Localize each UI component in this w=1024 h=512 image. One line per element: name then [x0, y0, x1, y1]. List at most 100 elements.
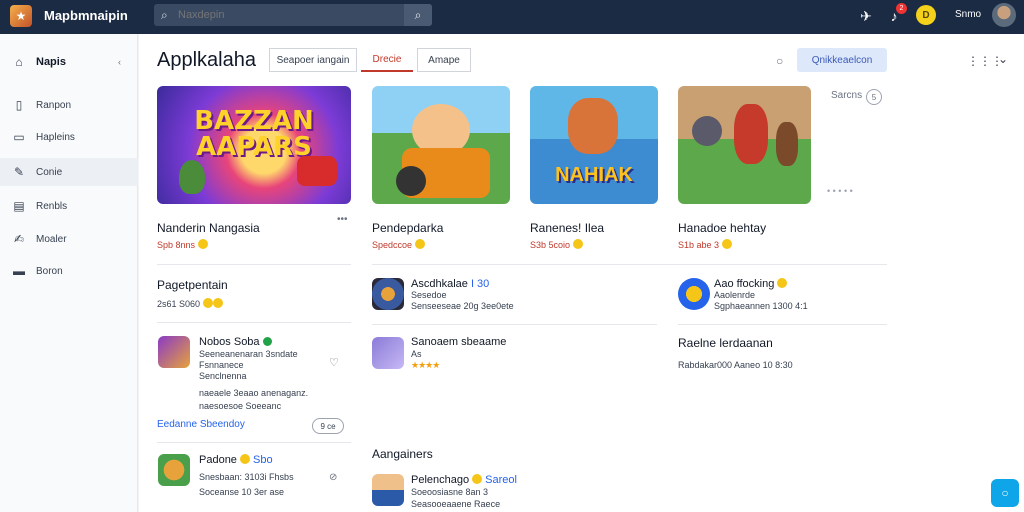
- side-panel-label: Sarcns: [831, 90, 863, 101]
- card-title[interactable]: Pendepdarka: [372, 221, 443, 235]
- list-item-title[interactable]: Nobos Soba: [199, 336, 272, 348]
- tools-icon[interactable]: ✈: [856, 6, 876, 26]
- tab-seapoer[interactable]: Seapoer iangain: [269, 48, 357, 72]
- pen-icon: ✍: [13, 232, 25, 246]
- sidebar-item-label: Napis: [36, 56, 66, 68]
- game-thumbnail[interactable]: [678, 86, 811, 204]
- list-item-title[interactable]: Sanoaem sbeaame: [411, 336, 506, 348]
- app-logo-icon[interactable]: ★: [10, 5, 32, 27]
- sidebar-item-label: Boron: [36, 265, 63, 277]
- game-thumbnail[interactable]: NAHIAK: [530, 86, 658, 204]
- coin-icon: [722, 239, 733, 249]
- coin-icon: [415, 239, 426, 249]
- game-icon[interactable]: [158, 336, 190, 368]
- card-meta: S3b 5coio: [530, 239, 584, 250]
- chat-button[interactable]: ○: [991, 479, 1019, 507]
- character-illustration: [179, 160, 205, 194]
- game-icon[interactable]: [372, 337, 404, 369]
- search-icon: ⌕: [161, 8, 168, 22]
- list-item-sub: Soceanse 10 3er ase: [199, 487, 285, 497]
- sidebar: ⌂ Napis ‹ ▯ Ranpon ▭ Hapleins ✎ Conie ▤ …: [0, 34, 138, 512]
- section-title: Aangainers: [372, 447, 433, 461]
- list-item-title-text: Padone: [199, 454, 237, 466]
- sidebar-item-label: Conie: [36, 166, 63, 178]
- section-meta: 2s61 S060: [157, 298, 224, 309]
- coins-icon[interactable]: D: [916, 5, 936, 25]
- game-icon[interactable]: [158, 454, 190, 486]
- coin-icon: [198, 239, 209, 249]
- card-meta-text: Spb 8nns: [157, 240, 196, 250]
- book-icon: ▭: [13, 130, 25, 144]
- game-icon[interactable]: [372, 278, 404, 310]
- list-item-sub: Seeneanenaran 3sndate: [199, 349, 298, 359]
- folder-icon: ▬: [13, 264, 25, 278]
- list-item-sub: Senclnenna: [199, 371, 247, 381]
- list-item-sub: Soeoosiasne 8an 3: [411, 487, 489, 497]
- card-title[interactable]: Ranenes! Ilea: [530, 221, 604, 235]
- game-icon[interactable]: [372, 474, 404, 506]
- search-button[interactable]: ⌕: [404, 4, 432, 26]
- search-input[interactable]: [178, 7, 398, 23]
- sidebar-item-hapleins[interactable]: ▭ Hapleins: [0, 123, 138, 151]
- link-icon[interactable]: ⊘: [329, 472, 337, 483]
- sidebar-item-renbls[interactable]: ▤ Renbls: [0, 192, 138, 220]
- list-link[interactable]: Eedanne Sbeendoy: [157, 419, 245, 430]
- app-name: Mapbmnaipin: [44, 8, 128, 23]
- game-icon[interactable]: [678, 278, 710, 310]
- info-icon: ▯: [15, 98, 23, 112]
- divider: [678, 324, 887, 325]
- search-icon[interactable]: ○: [776, 54, 790, 68]
- card-meta-text: Spedccoe: [372, 240, 413, 250]
- tab-amape[interactable]: Amape: [417, 48, 471, 72]
- list-item-title-text: Pelenchago: [411, 474, 470, 486]
- sidebar-item-napis[interactable]: ⌂ Napis ‹: [0, 48, 138, 76]
- user-name[interactable]: Snmo: [955, 9, 981, 20]
- more-icon[interactable]: •••: [337, 214, 348, 225]
- car-illustration: [297, 156, 337, 186]
- like-icon[interactable]: ♡: [329, 356, 339, 369]
- chevron-down-icon[interactable]: ⌄: [998, 52, 1008, 66]
- list-item-title-text: Ascdhkalae: [411, 278, 468, 290]
- list-action-button[interactable]: 9 ce: [312, 418, 344, 434]
- search-bar[interactable]: ⌕ ⌕: [154, 4, 432, 26]
- list-item-sub: As: [411, 349, 422, 359]
- list-item-title[interactable]: Ascdhkalae I 30: [411, 278, 489, 290]
- side-panel: Sarcns 5 • • • • •: [819, 86, 889, 204]
- list-item-title-text: Nobos Soba: [199, 336, 260, 348]
- section-meta: Rabdakar000 Aaneo 10 8:30: [678, 360, 793, 370]
- divider: [157, 442, 351, 443]
- list-item-sub: Sesedoe: [411, 290, 447, 300]
- game-thumbnail[interactable]: [372, 86, 510, 204]
- coin-icon: [573, 239, 584, 249]
- edit-icon: ✎: [13, 165, 25, 179]
- card-meta-text: S3b 5coio: [530, 240, 571, 250]
- avatar[interactable]: [992, 3, 1016, 27]
- sidebar-item-moaler[interactable]: ✍ Moaler: [0, 225, 138, 253]
- section-meta-text: 2s61 S060: [157, 299, 201, 309]
- game-art-title: BAZZAN AAPARS: [194, 106, 314, 162]
- character-illustration: [776, 122, 798, 166]
- tab-drecie[interactable]: Drecie: [361, 48, 413, 72]
- sidebar-item-boron[interactable]: ▬ Boron: [0, 257, 138, 285]
- section-title: Raelne lerdaanan: [678, 336, 773, 350]
- card-title[interactable]: Nanderin Nangasia: [157, 221, 260, 235]
- pagination-dots: • • • • •: [827, 186, 853, 196]
- sidebar-item-conie[interactable]: ✎ Conie: [0, 158, 138, 186]
- primary-action-button[interactable]: Qnikkeaelcon: [797, 48, 887, 72]
- coin-icon: [203, 298, 214, 308]
- card-title[interactable]: Hanadoe hehtay: [678, 221, 766, 235]
- list-item-title[interactable]: Aao ffocking: [714, 278, 788, 290]
- list-item-title[interactable]: Pelenchago Sareol: [411, 474, 517, 486]
- main-content: Applkalaha Seapoer iangain Drecie Amape …: [139, 34, 1024, 512]
- chevron-right-icon[interactable]: ‹: [118, 57, 121, 67]
- list-item-title[interactable]: Padone Sbo: [199, 454, 273, 466]
- top-bar: ★ Mapbmnaipin ⌕ ⌕ ✈ ♪ 2 D Snmo: [0, 0, 1024, 34]
- game-thumbnail[interactable]: BAZZAN AAPARS: [157, 86, 351, 204]
- list-item-sub: naesoesoe Soeeanc: [199, 401, 282, 411]
- document-icon: ▤: [13, 199, 25, 213]
- card-meta-text: S1b abe 3: [678, 240, 720, 250]
- coin-icon: [472, 474, 483, 484]
- side-panel-count[interactable]: 5: [866, 89, 882, 105]
- sidebar-item-label: Ranpon: [36, 99, 72, 111]
- sidebar-item-ranpon[interactable]: ▯ Ranpon: [0, 91, 138, 119]
